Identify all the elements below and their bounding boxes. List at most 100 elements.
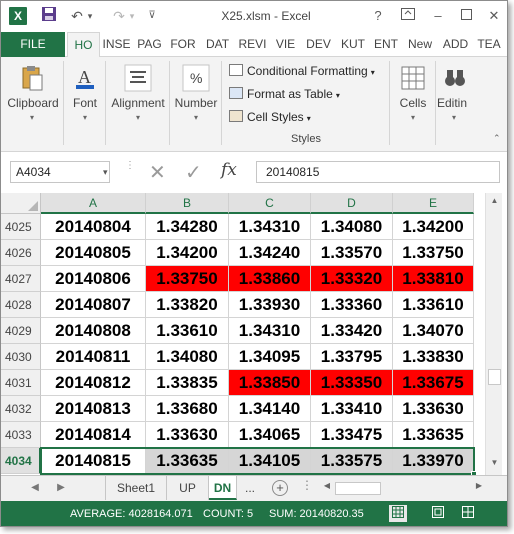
cell-c4034[interactable]: 1.34105 bbox=[229, 448, 311, 474]
tab-team[interactable]: TEA bbox=[473, 32, 505, 57]
cell-b4028[interactable]: 1.33820 bbox=[146, 292, 229, 318]
cell-b4027[interactable]: 1.33750 bbox=[146, 266, 229, 292]
cell-a4026[interactable]: 20140805 bbox=[41, 240, 146, 266]
cell-b4034[interactable]: 1.33635 bbox=[146, 448, 229, 474]
tab-file[interactable]: FILE bbox=[1, 32, 65, 57]
cell-d4029[interactable]: 1.33420 bbox=[311, 318, 393, 344]
cell-d4030[interactable]: 1.33795 bbox=[311, 344, 393, 370]
scroll-down-icon[interactable]: ▼ bbox=[486, 455, 503, 471]
tab-formulas[interactable]: FOR bbox=[166, 32, 200, 57]
cancel-icon[interactable]: ✕ bbox=[149, 160, 166, 185]
cell-e4034[interactable]: 1.33970 bbox=[393, 448, 474, 474]
sheet-tab-dn[interactable]: DN bbox=[209, 476, 237, 500]
cell-e4029[interactable]: 1.34070 bbox=[393, 318, 474, 344]
tab-view[interactable]: VIE bbox=[270, 32, 301, 57]
clipboard-group[interactable]: Clipboard ▾ bbox=[1, 57, 63, 152]
tab-kutools[interactable]: KUT bbox=[336, 32, 370, 57]
redo-icon[interactable]: ↷ bbox=[109, 6, 129, 26]
minimize-icon[interactable]: – bbox=[427, 6, 449, 26]
sheet-tab-sheet1[interactable]: Sheet1 bbox=[105, 476, 167, 500]
scroll-right-icon[interactable]: ▶ bbox=[473, 481, 485, 490]
cell-c4027[interactable]: 1.33860 bbox=[229, 266, 311, 292]
cell-a4030[interactable]: 20140811 bbox=[41, 344, 146, 370]
row-header[interactable]: 4029 bbox=[1, 318, 41, 344]
collapse-ribbon-icon[interactable]: ⌃ bbox=[493, 133, 501, 144]
cell-b4026[interactable]: 1.34200 bbox=[146, 240, 229, 266]
cell-b4025[interactable]: 1.34280 bbox=[146, 214, 229, 240]
row-header[interactable]: 4031 bbox=[1, 370, 41, 396]
column-header-c[interactable]: C bbox=[229, 193, 311, 214]
cell-e4026[interactable]: 1.33750 bbox=[393, 240, 474, 266]
cell-d4025[interactable]: 1.34080 bbox=[311, 214, 393, 240]
column-header-a[interactable]: A bbox=[41, 193, 146, 214]
scroll-sheets-right-icon[interactable]: ▶ bbox=[53, 480, 69, 496]
tab-splitter-icon[interactable]: ⋮ bbox=[301, 478, 313, 492]
cell-c4033[interactable]: 1.34065 bbox=[229, 422, 311, 448]
cells-group[interactable]: Cells ▾ bbox=[391, 57, 435, 152]
formula-input[interactable]: 20140815 ▾ bbox=[256, 161, 500, 183]
cell-e4033[interactable]: 1.33635 bbox=[393, 422, 474, 448]
number-group[interactable]: % Number ▾ bbox=[171, 57, 221, 152]
cell-d4027[interactable]: 1.33320 bbox=[311, 266, 393, 292]
cell-e4031[interactable]: 1.33675 bbox=[393, 370, 474, 396]
row-header[interactable]: 4034 bbox=[1, 448, 41, 474]
tab-add-ins[interactable]: ADD bbox=[438, 32, 473, 57]
cell-c4026[interactable]: 1.34240 bbox=[229, 240, 311, 266]
cell-e4028[interactable]: 1.33610 bbox=[393, 292, 474, 318]
formula-bar-grip-icon[interactable]: ⋮ bbox=[125, 161, 135, 181]
scroll-sheets-left-icon[interactable]: ◀ bbox=[27, 480, 43, 496]
sheet-tab-up[interactable]: UP bbox=[167, 476, 209, 500]
vertical-scrollbar[interactable]: ▲ ▼ bbox=[485, 193, 502, 475]
row-header[interactable]: 4032 bbox=[1, 396, 41, 422]
vertical-scroll-thumb[interactable] bbox=[488, 369, 501, 385]
cell-a4025[interactable]: 20140804 bbox=[41, 214, 146, 240]
tab-new[interactable]: New bbox=[402, 32, 438, 57]
cell-d4032[interactable]: 1.33410 bbox=[311, 396, 393, 422]
scroll-up-icon[interactable]: ▲ bbox=[486, 193, 503, 209]
tab-insert[interactable]: INSE bbox=[100, 32, 133, 57]
cell-a4031[interactable]: 20140812 bbox=[41, 370, 146, 396]
add-sheet-icon[interactable]: + bbox=[272, 480, 288, 496]
cell-b4032[interactable]: 1.33680 bbox=[146, 396, 229, 422]
column-header-e[interactable]: E bbox=[393, 193, 474, 214]
tab-page-layout[interactable]: PAG bbox=[133, 32, 166, 57]
cell-a4032[interactable]: 20140813 bbox=[41, 396, 146, 422]
tab-developer[interactable]: DEV bbox=[301, 32, 336, 57]
cell-b4029[interactable]: 1.33610 bbox=[146, 318, 229, 344]
worksheet-grid[interactable]: A B C D E 4025 20140804 1.34280 1.34310 1.34080 1.… bbox=[1, 193, 507, 477]
scroll-left-icon[interactable]: ◀ bbox=[321, 481, 333, 490]
editing-group[interactable]: Editin ▾ bbox=[437, 57, 471, 152]
cell-a4034[interactable]: 20140815 bbox=[41, 448, 146, 474]
normal-view-icon[interactable] bbox=[389, 505, 407, 522]
tab-data[interactable]: DAT bbox=[200, 32, 235, 57]
insert-function-icon[interactable]: fx bbox=[221, 160, 237, 180]
cell-e4025[interactable]: 1.34200 bbox=[393, 214, 474, 240]
cell-e4027[interactable]: 1.33810 bbox=[393, 266, 474, 292]
cell-d4026[interactable]: 1.33570 bbox=[311, 240, 393, 266]
help-button[interactable]: ? bbox=[367, 6, 389, 26]
row-header[interactable]: 4030 bbox=[1, 344, 41, 370]
undo-dropdown-icon[interactable]: ▾ bbox=[85, 6, 95, 26]
undo-icon[interactable]: ↶ bbox=[67, 6, 87, 26]
tab-home[interactable]: HO bbox=[67, 32, 100, 58]
row-header[interactable]: 4026 bbox=[1, 240, 41, 266]
maximize-icon[interactable] bbox=[455, 6, 477, 26]
name-box[interactable]: A4034 ▾ bbox=[10, 161, 110, 183]
row-header[interactable]: 4025 bbox=[1, 214, 41, 240]
cell-c4028[interactable]: 1.33930 bbox=[229, 292, 311, 318]
row-header[interactable]: 4027 bbox=[1, 266, 41, 292]
cell-b4033[interactable]: 1.33630 bbox=[146, 422, 229, 448]
cell-d4034[interactable]: 1.33575 bbox=[311, 448, 393, 474]
cell-c4032[interactable]: 1.34140 bbox=[229, 396, 311, 422]
conditional-formatting-button[interactable]: Conditional Formatting ▾ bbox=[229, 61, 375, 81]
horizontal-scroll-thumb[interactable] bbox=[335, 482, 381, 495]
cell-d4031[interactable]: 1.33350 bbox=[311, 370, 393, 396]
cell-b4031[interactable]: 1.33835 bbox=[146, 370, 229, 396]
cell-a4027[interactable]: 20140806 bbox=[41, 266, 146, 292]
page-break-preview-icon[interactable] bbox=[459, 505, 477, 522]
cell-c4030[interactable]: 1.34095 bbox=[229, 344, 311, 370]
column-header-b[interactable]: B bbox=[146, 193, 229, 214]
close-icon[interactable]: ✕ bbox=[483, 6, 505, 26]
horizontal-scrollbar[interactable]: ◀ ▶ bbox=[321, 481, 485, 495]
font-group[interactable]: A Font ▾ bbox=[65, 57, 105, 152]
